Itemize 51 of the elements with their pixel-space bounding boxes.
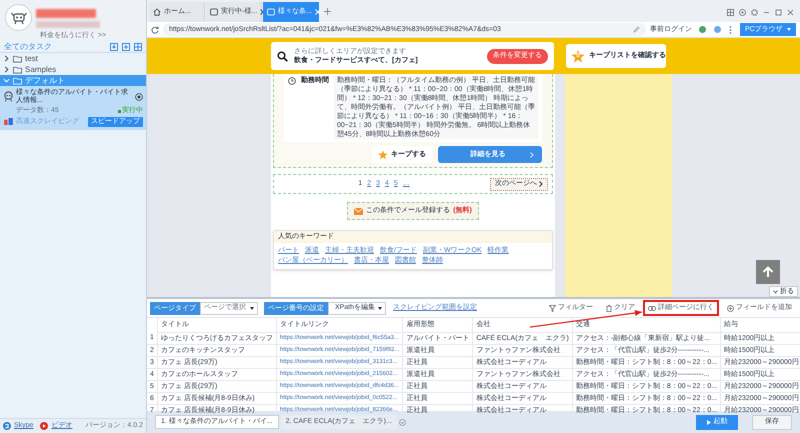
page-icon bbox=[210, 8, 218, 16]
grid-icon[interactable] bbox=[727, 8, 734, 16]
maximize-icon[interactable] bbox=[775, 8, 782, 16]
caret-icon bbox=[378, 306, 382, 310]
search-icon bbox=[277, 50, 288, 62]
more-tabs-icon[interactable] bbox=[398, 418, 406, 426]
play-icon bbox=[706, 420, 710, 424]
arrow-up-icon bbox=[762, 266, 774, 278]
chevron-right-icon bbox=[539, 181, 543, 187]
add-task-icon[interactable] bbox=[122, 42, 130, 50]
chevron-right-icon bbox=[530, 152, 534, 158]
all-tasks-label[interactable]: 全てのタスク bbox=[4, 42, 108, 52]
chevron-down-icon[interactable] bbox=[3, 77, 10, 84]
user-icon[interactable] bbox=[714, 26, 721, 33]
trash-icon bbox=[606, 304, 612, 312]
redacted-name bbox=[36, 9, 96, 18]
import-icon[interactable] bbox=[110, 42, 118, 50]
avatar[interactable] bbox=[5, 4, 32, 31]
folder-item[interactable]: Samples bbox=[0, 64, 146, 75]
add-icon bbox=[727, 304, 734, 312]
folder-item[interactable]: test bbox=[0, 53, 146, 64]
grid-icon[interactable] bbox=[134, 42, 142, 50]
folder-item[interactable]: デフォルト bbox=[0, 75, 146, 86]
page-icon bbox=[267, 8, 275, 16]
extension-icon[interactable] bbox=[699, 26, 706, 33]
envelope-icon bbox=[354, 208, 364, 214]
edit-icon[interactable] bbox=[633, 26, 640, 33]
chevron-down-icon bbox=[773, 290, 778, 294]
caret-icon bbox=[250, 306, 254, 310]
folder-name: Samples bbox=[25, 64, 56, 74]
stop-icon[interactable] bbox=[135, 93, 143, 101]
folder-name: デフォルト bbox=[25, 76, 65, 86]
redacted-id bbox=[36, 21, 100, 28]
filter-icon bbox=[549, 304, 556, 312]
close-icon[interactable] bbox=[787, 8, 794, 16]
reload-icon[interactable] bbox=[151, 26, 159, 34]
star-icon bbox=[378, 150, 388, 160]
clock-icon bbox=[288, 77, 296, 85]
more-icon[interactable] bbox=[729, 26, 732, 34]
chat-icon bbox=[3, 422, 11, 430]
robot-icon bbox=[10, 10, 26, 24]
caret-icon bbox=[787, 28, 791, 31]
scroll-to-top-button[interactable] bbox=[756, 260, 780, 284]
speed-icon bbox=[4, 118, 13, 125]
robot-icon bbox=[3, 91, 14, 102]
video-icon bbox=[40, 422, 48, 430]
help-icon[interactable] bbox=[739, 8, 746, 16]
folder-name: test bbox=[25, 54, 38, 64]
link-icon bbox=[648, 306, 656, 310]
new-tab-icon[interactable] bbox=[324, 8, 331, 15]
home-icon bbox=[153, 8, 161, 16]
